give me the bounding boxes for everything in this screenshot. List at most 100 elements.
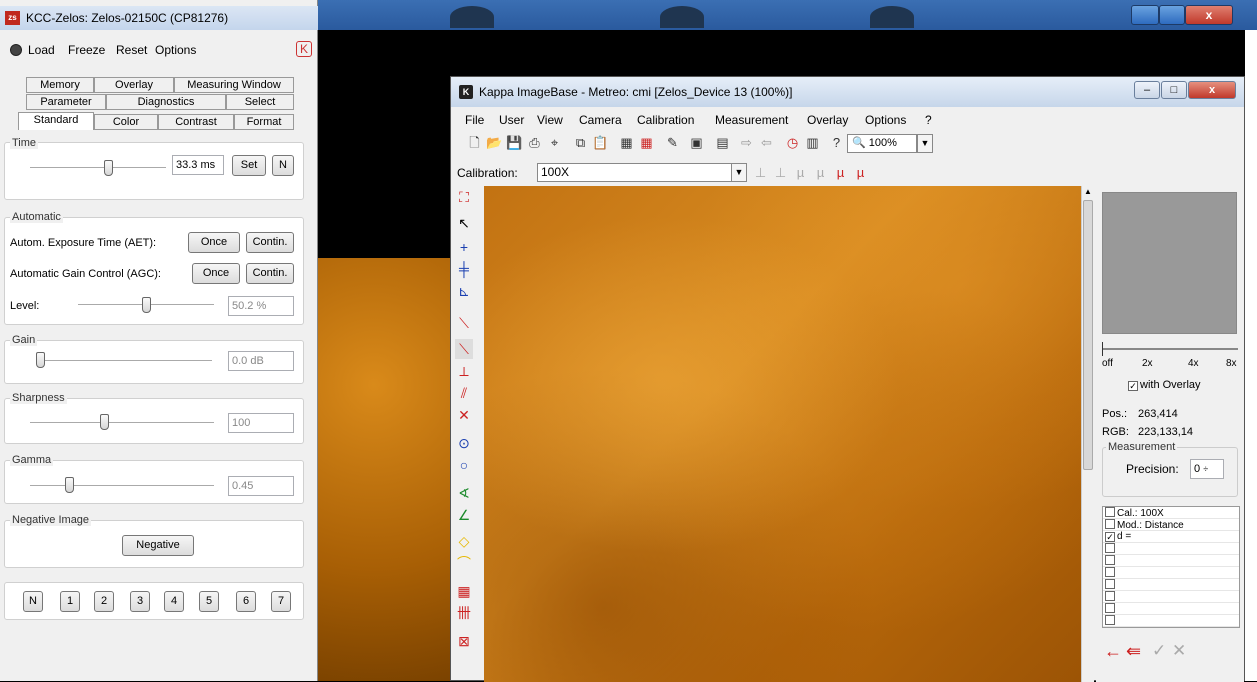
tool-multi-line-icon[interactable]: ✕ — [455, 405, 473, 425]
paste-icon[interactable]: 📋 — [591, 133, 610, 152]
tool-pointer-icon[interactable]: ↖ — [455, 213, 473, 233]
time-n-button[interactable]: N — [272, 155, 294, 176]
tab-diagnostics[interactable]: Diagnostics — [106, 94, 226, 110]
agc-contin-button[interactable]: Contin. — [246, 263, 294, 284]
level-slider-thumb[interactable] — [141, 297, 151, 313]
grid-icon[interactable]: ▦ — [617, 133, 636, 152]
checkbox-icon[interactable] — [1105, 543, 1115, 553]
tool-frame-icon[interactable]: ⊠ — [455, 631, 473, 651]
preset-7-button[interactable]: 7 — [271, 591, 291, 612]
close-icon[interactable]: x — [1185, 5, 1233, 25]
list-item-empty[interactable] — [1103, 615, 1239, 627]
tool-circle-center-icon[interactable]: ⊙ — [455, 433, 473, 453]
menu-options[interactable]: Options — [865, 113, 906, 127]
zoom-select[interactable]: 🔍 100% — [847, 134, 917, 153]
gamma-value-field[interactable]: 0.45 — [228, 476, 294, 496]
image-scrollbar[interactable]: ▲ — [1081, 186, 1094, 682]
grid-red-icon[interactable]: ▦ — [637, 133, 656, 152]
checkbox-icon[interactable] — [1105, 519, 1115, 529]
menu-view[interactable]: View — [537, 113, 563, 127]
tool-count-icon[interactable]: 卌 — [455, 603, 473, 623]
maximize-icon[interactable] — [1159, 5, 1185, 25]
sharpness-slider-thumb[interactable] — [100, 414, 109, 430]
tool-grid-cross-icon[interactable]: ╪ — [455, 259, 473, 279]
tab-contrast[interactable]: Contrast — [158, 114, 234, 130]
list-item[interactable]: Cal.: 100X — [1103, 507, 1239, 519]
gamma-slider-track[interactable] — [30, 485, 214, 487]
preset-1-button[interactable]: 1 — [60, 591, 80, 612]
copy-icon[interactable]: ⧉ — [571, 133, 590, 152]
calculator-icon[interactable]: ▥ — [803, 133, 822, 152]
scrollbar-thumb[interactable] — [1083, 200, 1093, 470]
level-value-field[interactable]: 50.2 % — [228, 296, 294, 316]
tool-grid-red-icon[interactable]: ▦ — [455, 581, 473, 601]
tab-format[interactable]: Format — [234, 114, 294, 130]
tab-parameter[interactable]: Parameter — [26, 94, 106, 110]
timer-icon[interactable]: ◷ — [783, 133, 802, 152]
agc-once-button[interactable]: Once — [192, 263, 240, 284]
checkbox-icon[interactable] — [1105, 507, 1115, 517]
menu-freeze[interactable]: Freeze — [68, 43, 105, 57]
calibration-dropdown-icon[interactable]: ▼ — [731, 163, 747, 182]
tool-arc-icon[interactable]: ⌒ — [455, 553, 473, 573]
menu-calibration[interactable]: Calibration — [637, 113, 694, 127]
preset-5-button[interactable]: 5 — [199, 591, 219, 612]
minimize-icon[interactable] — [1131, 5, 1159, 25]
undo-all-icon[interactable]: ⇚ — [1126, 641, 1141, 662]
checkbox-icon[interactable] — [1105, 555, 1115, 565]
cal-underline-icon[interactable]: µ — [851, 163, 870, 182]
list-item-empty[interactable] — [1103, 603, 1239, 615]
tool-angle-green-icon[interactable]: ∠ — [455, 505, 473, 525]
preset-4-button[interactable]: 4 — [164, 591, 184, 612]
calibration-select[interactable]: 100X — [537, 163, 737, 182]
list-item-empty[interactable] — [1103, 579, 1239, 591]
gain-slider-thumb[interactable] — [36, 352, 45, 368]
menu-options[interactable]: Options — [155, 43, 196, 57]
tab-measuring-window[interactable]: Measuring Window — [174, 77, 294, 93]
checkbox-checked-icon[interactable]: ✓ — [1105, 532, 1115, 542]
pencil-icon[interactable]: ✎ — [663, 133, 682, 152]
aet-once-button[interactable]: Once — [188, 232, 240, 253]
tool-angle-multi-icon[interactable]: ∢ — [455, 483, 473, 503]
tool-distance-icon[interactable]: ⟍ — [455, 339, 473, 359]
list-item-empty[interactable] — [1103, 567, 1239, 579]
new-icon[interactable]: 🗋 — [465, 133, 484, 152]
tab-memory[interactable]: Memory — [26, 77, 94, 93]
live-image-view[interactable] — [484, 186, 1081, 682]
time-slider-thumb[interactable] — [103, 160, 113, 176]
tool-polygon-icon[interactable]: ◇ — [455, 531, 473, 551]
aet-contin-button[interactable]: Contin. — [246, 232, 294, 253]
list-item-empty[interactable] — [1103, 543, 1239, 555]
list-item[interactable]: ✓ d = — [1103, 531, 1239, 543]
stepper-icon[interactable]: ÷ — [1203, 464, 1208, 474]
zoom-slider-thumb[interactable] — [1102, 342, 1103, 356]
checkbox-icon[interactable] — [1105, 591, 1115, 601]
menu-user[interactable]: User — [499, 113, 524, 127]
tool-circle-icon[interactable]: ○ — [455, 455, 473, 475]
tool-parallel-icon[interactable]: ⫽ — [455, 383, 473, 403]
with-overlay-checkbox[interactable]: ✓ with Overlay — [1126, 379, 1201, 391]
list-item-empty[interactable] — [1103, 591, 1239, 603]
precision-stepper[interactable]: 0 ÷ — [1190, 459, 1224, 479]
negative-button[interactable]: Negative — [122, 535, 194, 556]
gain-value-field[interactable]: 0.0 dB — [228, 351, 294, 371]
scroll-up-icon[interactable]: ▲ — [1084, 187, 1092, 196]
undo-arrow-icon[interactable]: ← — [1104, 641, 1122, 662]
tool-select-icon[interactable]: ⛶ — [455, 187, 473, 207]
time-value-field[interactable]: 33.3 ms — [172, 155, 224, 175]
preset-3-button[interactable]: 3 — [130, 591, 150, 612]
tool-perpendicular-icon[interactable]: ⟂ — [455, 361, 473, 381]
menu-help[interactable]: ? — [925, 113, 932, 127]
time-set-button[interactable]: Set — [232, 155, 266, 176]
checkbox-icon[interactable] — [1105, 567, 1115, 577]
tool-cross-icon[interactable]: + — [455, 237, 473, 257]
tool-line-icon[interactable]: ⟍ — [455, 313, 473, 333]
zoom-dropdown-icon[interactable]: ▼ — [917, 134, 933, 153]
sharpness-slider-track[interactable] — [30, 422, 214, 424]
kappa-minimize-icon[interactable]: – — [1134, 81, 1160, 99]
kappa-close-icon[interactable]: x — [1188, 81, 1236, 99]
menu-reset[interactable]: Reset — [116, 43, 147, 57]
sharpness-value-field[interactable]: 100 — [228, 413, 294, 433]
k-logo-icon[interactable]: K — [296, 41, 312, 57]
save-icon[interactable]: 💾 — [505, 133, 524, 152]
